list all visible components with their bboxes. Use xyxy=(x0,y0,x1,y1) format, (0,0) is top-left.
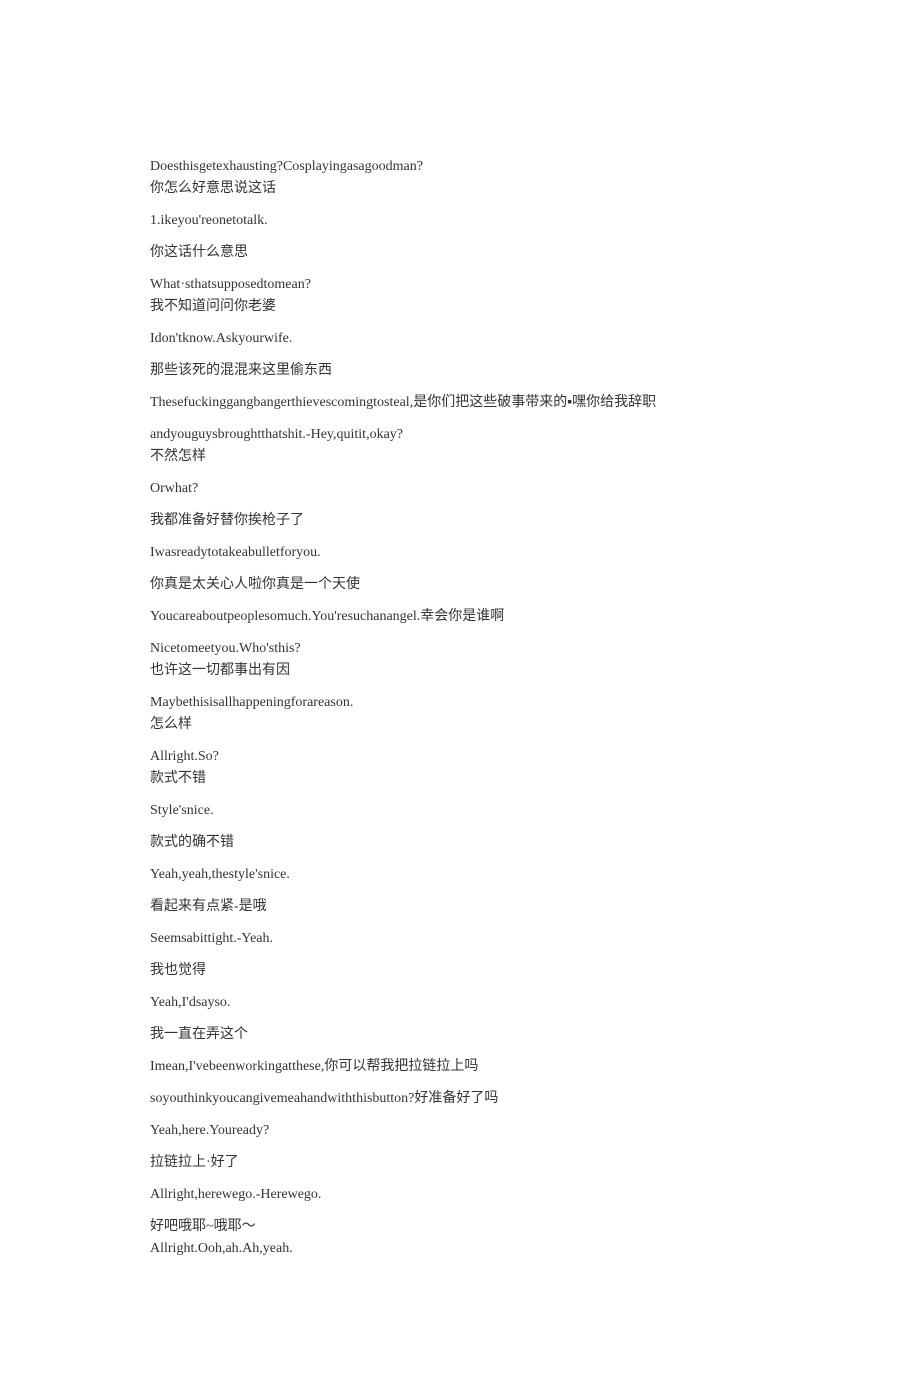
text-block: 1.ikeyou'reonetotalk. xyxy=(150,210,770,232)
text-line: 1.ikeyou'reonetotalk. xyxy=(150,210,770,232)
text-block: Yeah,yeah,thestyle'snice. xyxy=(150,864,770,886)
text-block: Thesefuckinggangbangerthievescomingtoste… xyxy=(150,392,770,414)
text-line: 怎么样 xyxy=(150,714,770,736)
text-block: Idon'tknow.Askyourwife. xyxy=(150,328,770,350)
text-line: Allright.So? xyxy=(150,746,770,768)
text-line: 我都准备好替你挨枪子了 xyxy=(150,510,770,532)
text-block: 我一直在弄这个 xyxy=(150,1024,770,1046)
text-block: 我都准备好替你挨枪子了 xyxy=(150,510,770,532)
text-line: Orwhat? xyxy=(150,478,770,500)
text-block: 好吧哦耶~哦耶～Allright.Ooh,ah.Ah,yeah. xyxy=(150,1216,770,1260)
text-block: Yeah,I'dsayso. xyxy=(150,992,770,1014)
text-block: 你这话什么意思 xyxy=(150,242,770,264)
text-block: soyouthinkyoucangivemeahandwiththisbutto… xyxy=(150,1088,770,1110)
text-block: 那些该死的混混来这里偷东西 xyxy=(150,360,770,382)
text-line: What·sthatsupposedtomean? xyxy=(150,274,770,296)
text-block: Maybethisisallhappeningforareason.怎么样 xyxy=(150,692,770,736)
text-line: 也许这一切都事出有因 xyxy=(150,660,770,682)
text-block: What·sthatsupposedtomean?我不知道问问你老婆 xyxy=(150,274,770,318)
text-line: andyouguysbroughtthatshit.-Hey,quitit,ok… xyxy=(150,424,770,446)
text-line: Style'snice. xyxy=(150,800,770,822)
text-line: 你这话什么意思 xyxy=(150,242,770,264)
text-line: 拉链拉上·好了 xyxy=(150,1152,770,1174)
text-line: Yeah,yeah,thestyle'snice. xyxy=(150,864,770,886)
text-block: 看起来有点紧-是哦 xyxy=(150,896,770,918)
text-block: andyouguysbroughtthatshit.-Hey,quitit,ok… xyxy=(150,424,770,468)
text-line: 看起来有点紧-是哦 xyxy=(150,896,770,918)
text-line: Imean,I'vebeenworkingatthese,你可以帮我把拉链拉上吗 xyxy=(150,1056,770,1078)
text-block: 款式的确不错 xyxy=(150,832,770,854)
text-line: 款式不错 xyxy=(150,768,770,790)
text-line: 好吧哦耶~哦耶～ xyxy=(150,1216,770,1238)
text-line: Seemsabittight.-Yeah. xyxy=(150,928,770,950)
text-block: Iwasreadytotakeabulletforyou. xyxy=(150,542,770,564)
text-line: Youcareaboutpeoplesomuch.You'resuchanang… xyxy=(150,606,770,628)
text-block: 我也觉得 xyxy=(150,960,770,982)
text-line: Yeah,here.Youready? xyxy=(150,1120,770,1142)
text-line: Allright,herewego.-Herewego. xyxy=(150,1184,770,1206)
text-block: Allright,herewego.-Herewego. xyxy=(150,1184,770,1206)
text-block: Style'snice. xyxy=(150,800,770,822)
text-block: 拉链拉上·好了 xyxy=(150,1152,770,1174)
text-line: 我也觉得 xyxy=(150,960,770,982)
document-page: Doesthisgetexhausting?Cosplayingasagoodm… xyxy=(0,0,920,1390)
text-line: 你怎么好意思说这话 xyxy=(150,178,770,200)
text-line: Thesefuckinggangbangerthievescomingtoste… xyxy=(150,392,770,414)
text-line: 我一直在弄这个 xyxy=(150,1024,770,1046)
text-block: 你真是太关心人啦你真是一个天使 xyxy=(150,574,770,596)
text-line: soyouthinkyoucangivemeahandwiththisbutto… xyxy=(150,1088,770,1110)
text-line: Yeah,I'dsayso. xyxy=(150,992,770,1014)
text-line: Idon'tknow.Askyourwife. xyxy=(150,328,770,350)
text-line: 你真是太关心人啦你真是一个天使 xyxy=(150,574,770,596)
text-line: Doesthisgetexhausting?Cosplayingasagoodm… xyxy=(150,156,770,178)
text-block: Orwhat? xyxy=(150,478,770,500)
text-block: Doesthisgetexhausting?Cosplayingasagoodm… xyxy=(150,156,770,200)
text-block: Yeah,here.Youready? xyxy=(150,1120,770,1142)
text-line: 款式的确不错 xyxy=(150,832,770,854)
text-block: Nicetomeetyou.Who'sthis?也许这一切都事出有因 xyxy=(150,638,770,682)
text-line: 我不知道问问你老婆 xyxy=(150,296,770,318)
text-line: 不然怎样 xyxy=(150,446,770,468)
text-line: Maybethisisallhappeningforareason. xyxy=(150,692,770,714)
text-line: Iwasreadytotakeabulletforyou. xyxy=(150,542,770,564)
text-line: 那些该死的混混来这里偷东西 xyxy=(150,360,770,382)
text-line: Allright.Ooh,ah.Ah,yeah. xyxy=(150,1238,770,1260)
text-block: Imean,I'vebeenworkingatthese,你可以帮我把拉链拉上吗 xyxy=(150,1056,770,1078)
text-block: Seemsabittight.-Yeah. xyxy=(150,928,770,950)
text-block: Allright.So?款式不错 xyxy=(150,746,770,790)
text-block: Youcareaboutpeoplesomuch.You'resuchanang… xyxy=(150,606,770,628)
text-line: Nicetomeetyou.Who'sthis? xyxy=(150,638,770,660)
